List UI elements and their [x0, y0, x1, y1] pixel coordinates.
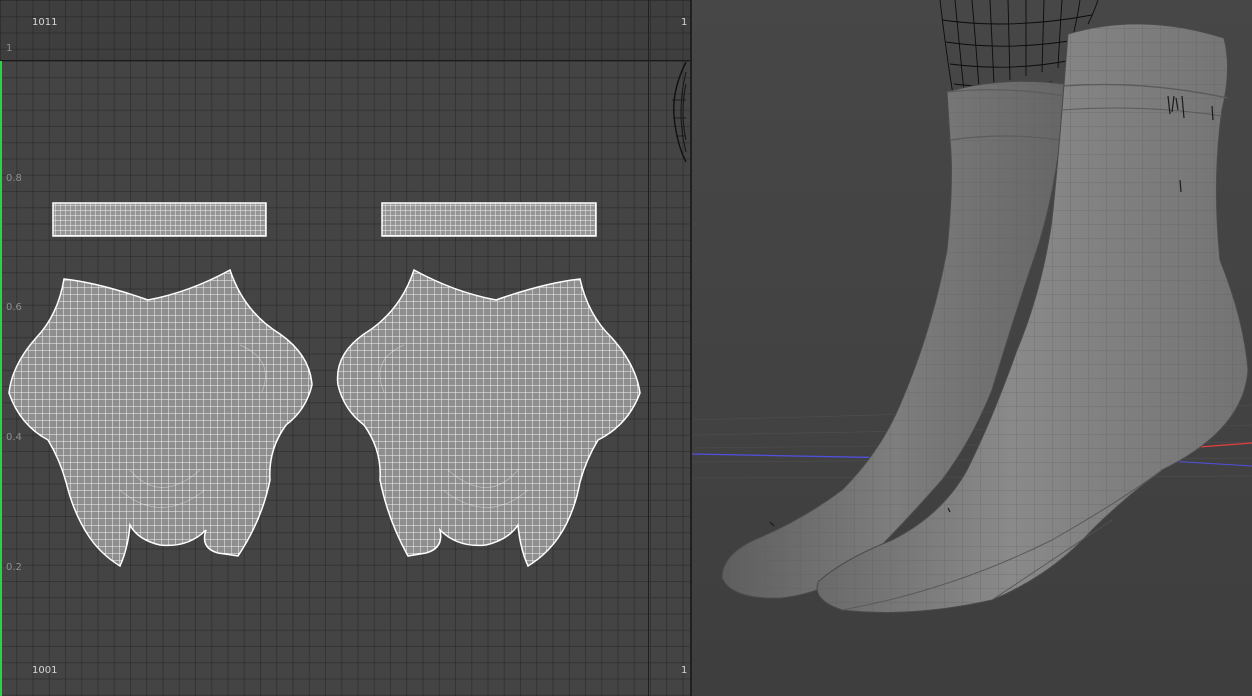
- uv-shells-canvas: [8, 61, 687, 568]
- uv-shell-cuff-right[interactable]: [381, 202, 597, 237]
- viewport-3d-panel[interactable]: [692, 0, 1252, 696]
- uv-shell-sock-left[interactable]: [8, 268, 313, 568]
- uv-editor-panel[interactable]: 1011 1001 1 1 1 0.8 0.6 0.4 0.2: [0, 0, 690, 696]
- uv-shell-cuff-left[interactable]: [52, 202, 267, 237]
- uv-shell-sock-right[interactable]: [336, 268, 641, 568]
- uv-shell-partial-edge: [672, 61, 687, 163]
- viewport-scene: [692, 0, 1252, 613]
